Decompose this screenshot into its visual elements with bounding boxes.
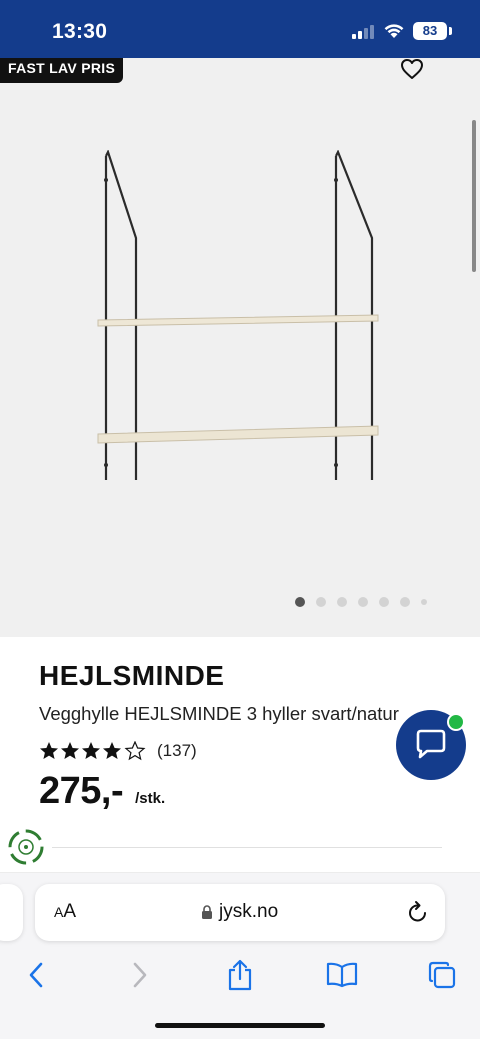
bookmarks-button[interactable] bbox=[324, 957, 360, 993]
price-badge: FAST LAV PRIS bbox=[0, 58, 124, 83]
battery-icon: 83 bbox=[413, 22, 447, 40]
status-bar: 13:30 83 bbox=[0, 0, 480, 58]
eco-icon[interactable] bbox=[8, 829, 44, 865]
product-rating[interactable]: (137) bbox=[39, 741, 197, 761]
browser-toolbar bbox=[0, 953, 480, 1003]
carousel-dot[interactable] bbox=[337, 597, 347, 607]
wifi-icon bbox=[384, 24, 404, 38]
divider bbox=[52, 847, 442, 848]
price-unit: /stk. bbox=[135, 790, 166, 807]
carousel-dot-active[interactable] bbox=[295, 597, 305, 607]
carousel-dot[interactable] bbox=[316, 597, 326, 607]
heart-icon[interactable] bbox=[400, 58, 424, 80]
price-row: 275,- /stk. bbox=[39, 770, 165, 813]
star-rating-icon bbox=[40, 741, 146, 761]
home-indicator bbox=[155, 1023, 325, 1028]
previous-tab-preview[interactable] bbox=[0, 884, 23, 941]
signal-icon bbox=[352, 24, 376, 39]
forward-icon bbox=[133, 962, 147, 988]
tabs-icon bbox=[428, 961, 456, 989]
forward-button[interactable] bbox=[122, 957, 158, 993]
share-icon bbox=[228, 959, 252, 991]
scroll-indicator bbox=[472, 120, 476, 272]
tabs-button[interactable] bbox=[424, 957, 460, 993]
carousel-dot[interactable] bbox=[379, 597, 389, 607]
carousel-dots bbox=[295, 597, 438, 607]
product-price: 275,- bbox=[39, 770, 124, 812]
online-indicator bbox=[447, 713, 465, 731]
bookmarks-icon bbox=[326, 962, 358, 988]
lock-icon bbox=[202, 905, 212, 919]
back-icon bbox=[29, 962, 43, 988]
share-button[interactable] bbox=[222, 957, 258, 993]
product-image-shelf bbox=[97, 150, 379, 480]
url-text: jysk.no bbox=[219, 901, 279, 922]
status-time: 13:30 bbox=[52, 20, 108, 43]
browser-bottom-bar: AA jysk.no bbox=[0, 872, 480, 1039]
reload-icon[interactable] bbox=[407, 900, 429, 924]
carousel-dot[interactable] bbox=[358, 597, 368, 607]
address-bar[interactable]: AA jysk.no bbox=[35, 884, 445, 941]
url-display[interactable]: jysk.no bbox=[201, 901, 278, 923]
battery-level: 83 bbox=[422, 23, 438, 38]
carousel-dot[interactable] bbox=[421, 599, 427, 605]
back-button[interactable] bbox=[18, 957, 54, 993]
product-description: Vegghylle HEJLSMINDE 3 hyller svart/natu… bbox=[39, 703, 399, 724]
product-image-carousel[interactable]: FAST LAV PRIS bbox=[0, 58, 480, 637]
review-count[interactable]: (137) bbox=[157, 741, 197, 761]
product-brand: HEJLSMINDE bbox=[39, 660, 225, 691]
text-size-button[interactable]: AA bbox=[54, 901, 76, 923]
carousel-dot[interactable] bbox=[400, 597, 410, 607]
